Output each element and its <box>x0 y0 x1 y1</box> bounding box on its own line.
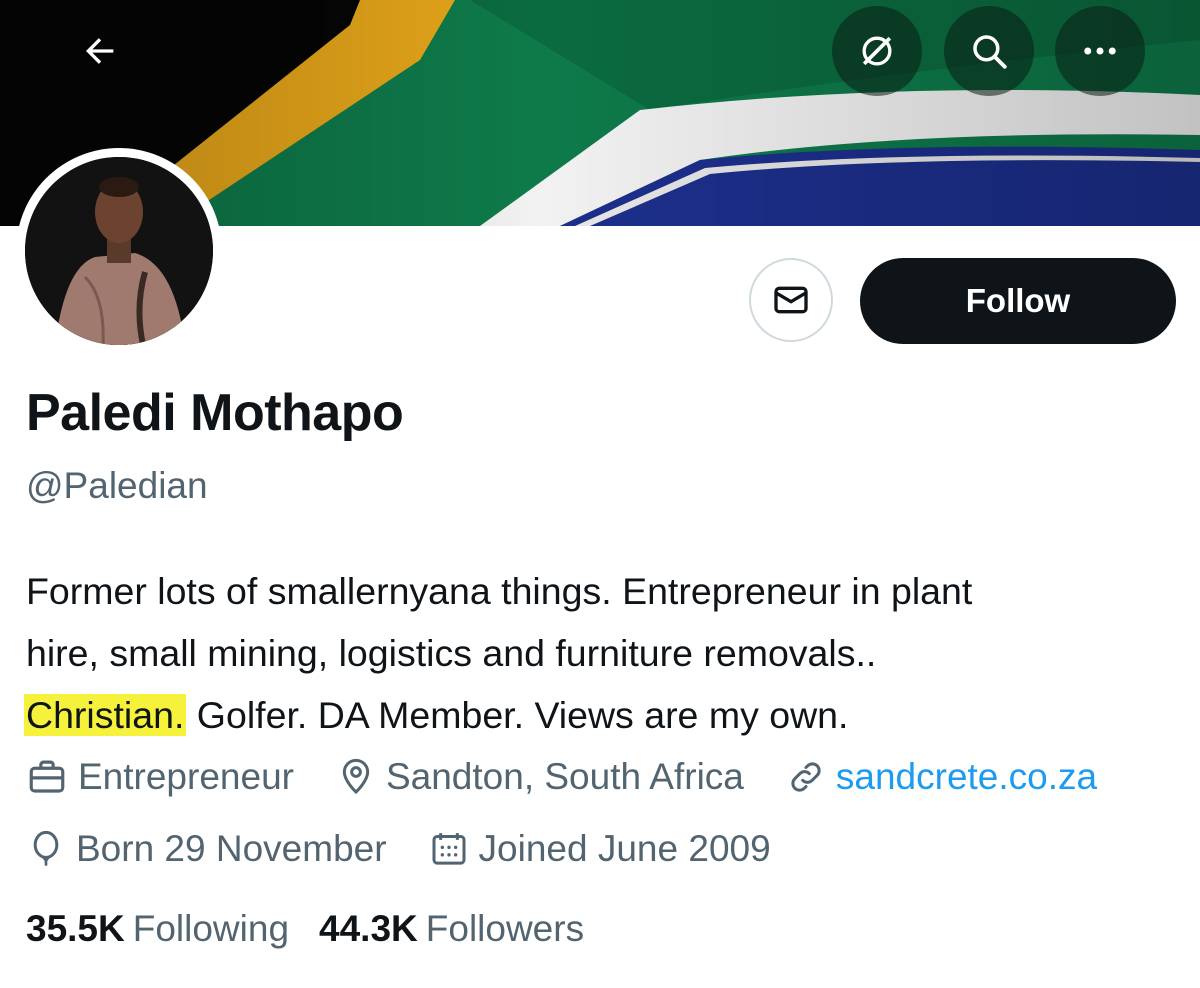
avatar-photo <box>25 157 213 345</box>
search-button[interactable] <box>944 6 1034 96</box>
website-link[interactable]: sandcrete.co.za <box>836 756 1097 798</box>
calendar-icon <box>432 833 466 865</box>
arrow-left-icon <box>86 38 114 64</box>
grok-slash-icon <box>862 36 892 66</box>
briefcase-icon <box>29 760 65 793</box>
link-icon <box>791 762 821 792</box>
follow-stats: 35.5K Following 44.3K Followers <box>26 908 614 950</box>
more-dots-icon <box>1084 47 1116 55</box>
avatar[interactable] <box>16 148 222 354</box>
followers-label: Followers <box>425 908 585 949</box>
message-button[interactable] <box>749 258 833 342</box>
following-stat[interactable]: 35.5K Following <box>26 908 289 950</box>
search-icon <box>973 35 1007 69</box>
more-options-button[interactable] <box>1055 6 1145 96</box>
profile-meta-row: Born 29 November Joined June 2009 <box>26 828 813 870</box>
highlighted-text: Christian. <box>24 694 187 736</box>
joined-text: Joined June 2009 <box>478 828 771 869</box>
followers-stat[interactable]: 44.3K Followers <box>319 908 584 950</box>
location-pin-icon <box>342 758 370 795</box>
joined-item: Joined June 2009 <box>429 828 771 870</box>
followers-count: 44.3K <box>319 908 418 949</box>
bio-line: hire, small mining, logistics and furnit… <box>26 632 877 674</box>
back-button[interactable] <box>55 6 145 96</box>
following-count: 35.5K <box>26 908 125 949</box>
follow-button[interactable]: Follow <box>860 258 1176 344</box>
bio-line: Christian. Golfer. DA Member. Views are … <box>24 684 1186 746</box>
following-label: Following <box>132 908 290 949</box>
occupation-text: Entrepreneur <box>78 756 294 797</box>
display-name: Paledi Mothapo <box>26 384 404 442</box>
location-item: Sandton, South Africa <box>336 756 744 798</box>
website-item[interactable]: sandcrete.co.za <box>786 756 1097 798</box>
occupation-item: Entrepreneur <box>26 756 294 798</box>
location-text: Sandton, South Africa <box>385 756 744 797</box>
birthday-item: Born 29 November <box>26 828 387 870</box>
bio-text: Golfer. DA Member. Views are my own. <box>186 694 849 736</box>
profile-meta-row: Entrepreneur Sandton, South Africa sandc… <box>26 756 1139 798</box>
balloon-icon <box>33 830 59 866</box>
birthday-text: Born 29 November <box>76 828 387 869</box>
user-handle: @Paledian <box>26 465 208 506</box>
grok-button[interactable] <box>832 6 922 96</box>
mail-icon <box>774 286 808 314</box>
profile-bio: Former lots of smallernyana things. Entr… <box>24 560 1186 746</box>
bio-line: Former lots of smallernyana things. Entr… <box>26 570 973 612</box>
